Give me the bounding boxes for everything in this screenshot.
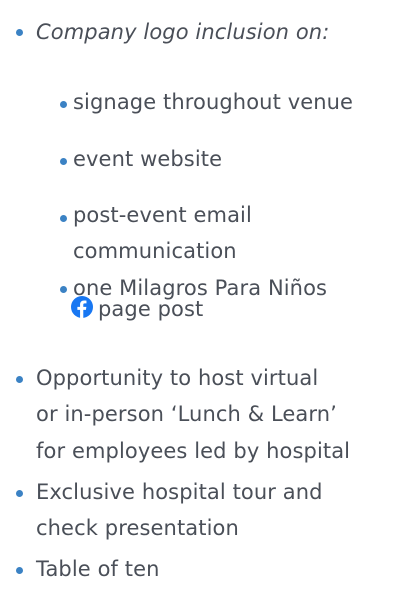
list-item: Exclusive hospital tour and [36, 480, 323, 504]
list-item: Opportunity to host virtual [36, 366, 319, 390]
sub-bullet [60, 101, 67, 108]
bullet [16, 29, 23, 36]
sub-list-item: event website [73, 147, 223, 171]
bullet [16, 376, 23, 383]
list-item-heading: Company logo inclusion on: [36, 20, 330, 44]
list-item-continued: check presentation [36, 516, 239, 540]
facebook-icon [71, 296, 93, 318]
sub-list-item-continued: page post [98, 297, 204, 321]
list-item-continued: for employees led by hospital [36, 439, 351, 463]
sub-bullet [60, 158, 67, 165]
sub-list-item: post-event email [73, 203, 252, 227]
list-item-continued: or in-person ‘Lunch & Learn’ [36, 402, 337, 426]
list-item: Table of ten [36, 557, 160, 581]
bullet [16, 490, 23, 497]
sub-bullet [60, 286, 67, 293]
sub-list-item: signage throughout venue [73, 90, 354, 114]
sub-bullet [60, 215, 67, 222]
sub-list-item-continued: communication [73, 239, 237, 263]
bullet [16, 567, 23, 574]
